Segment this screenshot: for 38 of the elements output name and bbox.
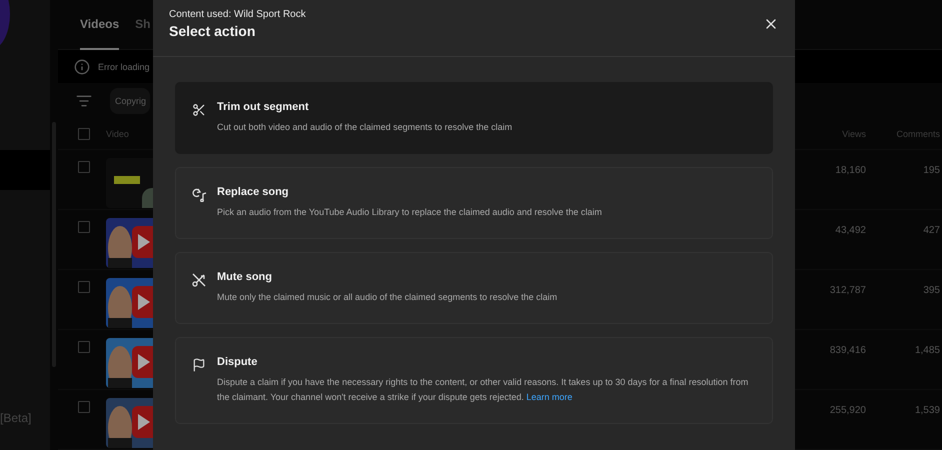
- learn-more-link[interactable]: Learn more: [526, 392, 572, 402]
- table-cell-text: 427: [922, 224, 941, 236]
- action-option[interactable]: Replace song Pick an audio from the YouTube Audio Library to replace the claimed audio and resolve the claim: [175, 167, 773, 239]
- action-title: Dispute: [217, 356, 258, 368]
- table-cell-text: 255,920: [828, 404, 867, 416]
- checkbox[interactable]: [78, 280, 90, 293]
- checkbox[interactable]: [78, 220, 90, 233]
- music-refresh-icon: [192, 188, 207, 202]
- checkbox[interactable]: [78, 160, 90, 173]
- table-cell-text: 312,787: [828, 284, 867, 296]
- error-text: Error loading: [98, 62, 150, 72]
- action-title: Trim out segment: [217, 101, 310, 113]
- scissors-off-icon: [192, 273, 206, 287]
- table-cell-text: 18,160: [834, 164, 867, 176]
- dialog-subtitle: Content used: Wild Sport Rock: [169, 9, 306, 20]
- flag-icon: [192, 358, 206, 372]
- info-icon: [74, 58, 90, 75]
- checkbox[interactable]: [78, 400, 90, 413]
- checkbox[interactable]: [78, 128, 90, 140]
- action-option[interactable]: Trim out segment Cut out both video and audio of the claimed segments to resolve the claim: [175, 82, 773, 154]
- filter-icon[interactable]: [76, 92, 92, 109]
- table-cell-text: 1,539: [914, 404, 941, 416]
- action-title: Mute song: [217, 271, 273, 283]
- action-description: Pick an audio from the YouTube Audio Library to replace the claimed audio and resolve the claim: [217, 206, 603, 219]
- action-description: Mute only the claimed music or all audio of the claimed segments to resolve the claim: [217, 291, 558, 304]
- action-description: Cut out both video and audio of the claimed segments to resolve the claim: [217, 121, 514, 134]
- checkbox[interactable]: [78, 340, 90, 353]
- action-title: Replace song: [217, 186, 290, 198]
- action-option[interactable]: [175, 337, 773, 424]
- table-cell-text: 839,416: [828, 344, 867, 356]
- scissors-icon: [192, 103, 206, 117]
- table-cell-text: 195: [922, 164, 941, 176]
- table-cell-text: 43,492: [834, 224, 867, 236]
- action-description: Dispute a claim if you have the necessary rights to the content, or other valid reasons. It takes up to 30 days for a final resolution from the claimant. Your channel won't receive a strike if your dispute gets rejected. Learn more: [217, 376, 750, 404]
- action-option[interactable]: Mute song Mute only the claimed music or all audio of the claimed segments to resolve the claim: [175, 252, 773, 324]
- table-cell-text: 395: [922, 284, 941, 296]
- table-cell-text: 1,485: [914, 344, 941, 356]
- dialog-title: Select action: [169, 23, 256, 39]
